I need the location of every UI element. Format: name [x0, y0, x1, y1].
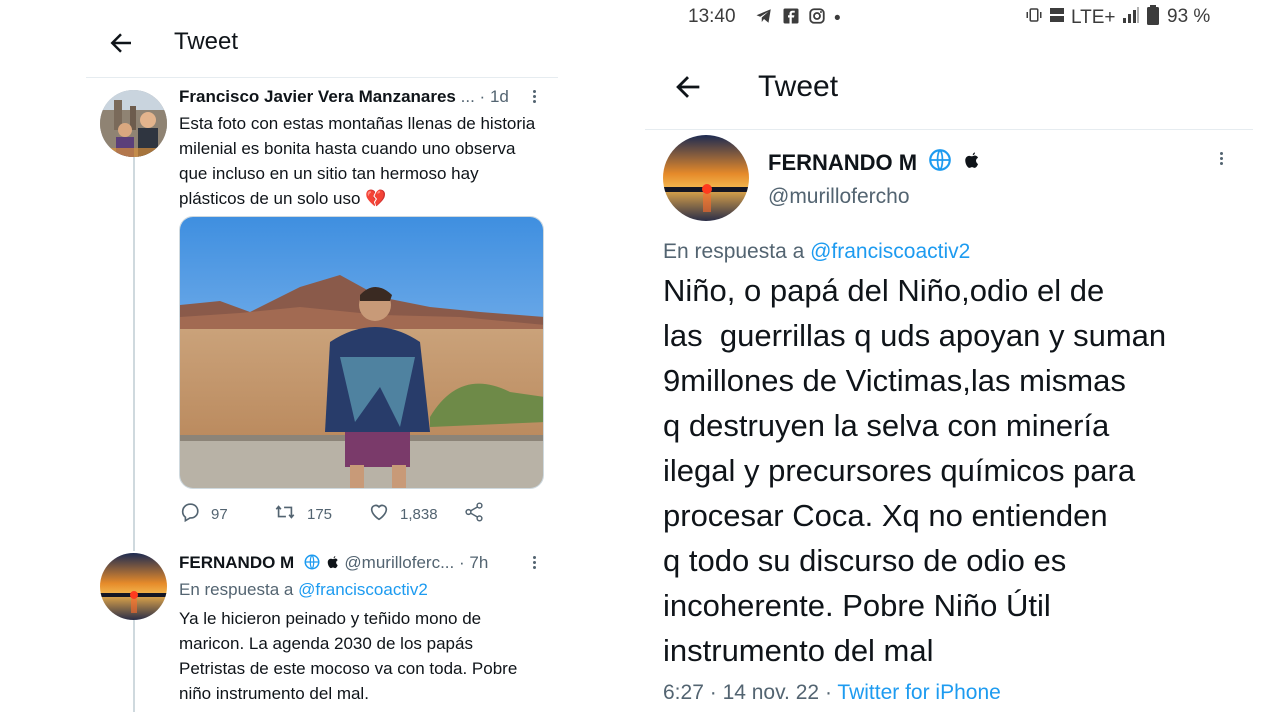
tweet-text: Ya le hicieron peinado y teñido mono de … [179, 609, 518, 703]
meta-separator: · [709, 681, 717, 704]
tweet-text-line: instrumento del mal [663, 633, 934, 668]
reply-prefix: En respuesta a [179, 580, 294, 599]
reply-to-link[interactable]: @franciscoactiv2 [298, 580, 428, 599]
tweet-text-line: q destruyen la selva con minería [663, 408, 1110, 443]
status-bar: 13:40 • LTE+ 93 % [640, 0, 1280, 34]
tweet-time[interactable]: 1d [490, 87, 509, 106]
tweet-time[interactable]: 6:27 [663, 681, 704, 704]
tweet-text: Niño, o papá del Niño,odio el de las gue… [663, 268, 1243, 673]
apple-icon [326, 554, 340, 575]
more-vertical-icon[interactable] [527, 88, 541, 108]
reply-prefix: En respuesta a [663, 240, 805, 263]
tweet-photo[interactable] [179, 216, 544, 489]
handle[interactable]: @murillofercho [768, 185, 910, 209]
page-title: Tweet [174, 28, 239, 55]
network-type: LTE+ [1071, 7, 1116, 28]
telegram-icon [754, 7, 774, 31]
avatar[interactable] [663, 135, 749, 221]
heart-icon [368, 501, 390, 527]
like-button[interactable]: 1,838 [368, 501, 438, 527]
display-name[interactable]: Francisco Javier Vera Manzanares [179, 87, 456, 106]
name-ellipsis: ... [460, 87, 475, 106]
reply-context: En respuesta a @franciscoactiv2 [663, 240, 970, 264]
tweet-text-line: 9millones de Victimas,las mismas [663, 363, 1126, 398]
avatar[interactable] [100, 90, 167, 157]
reply-to-link[interactable]: @franciscoactiv2 [810, 240, 970, 263]
display-name[interactable]: FERNANDO M [179, 553, 294, 572]
display-name[interactable]: FERNANDO M [768, 150, 917, 176]
reply-context: En respuesta a @franciscoactiv2 [179, 580, 428, 600]
comment-icon [179, 501, 201, 527]
share-icon [463, 501, 485, 527]
facebook-icon [782, 7, 800, 31]
tweet-timestamp: 6:27 · 14 nov. 22 · Twitter for iPhone [663, 681, 1001, 705]
globe-icon [303, 553, 321, 576]
retweet-button[interactable]: 175 [273, 501, 332, 527]
volte-icon [1049, 6, 1065, 30]
instagram-icon [808, 7, 826, 31]
tweet-text-line: incoherente. Pobre Niño Útil [663, 588, 1051, 623]
thread-connector [133, 157, 135, 551]
meta-separator: · [824, 681, 832, 704]
avatar[interactable] [100, 553, 167, 620]
status-time: 13:40 [688, 6, 736, 27]
globe-icon [927, 147, 953, 179]
display-name-row: FERNANDO M [768, 147, 981, 179]
more-notifications-dot: • [834, 8, 841, 29]
meta-separator: · [458, 553, 465, 572]
signal-icon [1122, 7, 1140, 29]
thread-connector [133, 620, 135, 712]
notification-icons: • [754, 7, 841, 31]
like-count: 1,838 [400, 505, 438, 523]
left-screenshot: Tweet Francisco Javier Vera Manzanares .… [0, 0, 640, 719]
tweet-text-line: q todo su discurso de odio es [663, 543, 1067, 578]
tweet-header: Tweet [645, 40, 1253, 130]
back-arrow-icon[interactable] [671, 70, 705, 104]
vibrate-icon [1025, 6, 1043, 30]
handle[interactable]: @murilloferc... [344, 553, 454, 572]
retweet-icon [273, 501, 297, 527]
tweet-date[interactable]: 14 nov. 22 [723, 681, 820, 704]
battery-percent: 93 % [1167, 6, 1211, 27]
tweet-text-line: Niño, o papá del Niño,odio el de [663, 273, 1105, 308]
more-vertical-icon[interactable] [527, 554, 541, 574]
tweet-meta: FERNANDO M @murilloferc... · 7h [179, 553, 544, 575]
share-button[interactable] [463, 501, 485, 527]
tweet-text-line: ilegal y precursores químicos para [663, 453, 1136, 488]
more-vertical-icon[interactable] [1214, 150, 1228, 170]
tweet-actions: 97 175 1,838 [179, 501, 519, 527]
retweet-count: 175 [307, 505, 333, 523]
system-icons: LTE+ [1025, 5, 1160, 31]
tweet-text-line: procesar Coca. Xq no entienden [663, 498, 1108, 533]
tweet-header: Tweet [86, 0, 558, 78]
tweet-time[interactable]: 7h [469, 553, 488, 572]
tweet-text: Esta foto con estas montañas llenas de h… [179, 114, 536, 208]
tweet-meta: Francisco Javier Vera Manzanares ... · 1… [179, 87, 544, 109]
apple-icon [963, 150, 981, 176]
battery-icon [1146, 5, 1160, 31]
source-link[interactable]: Twitter for iPhone [837, 681, 1000, 704]
reply-button[interactable]: 97 [179, 501, 228, 527]
back-arrow-icon[interactable] [106, 28, 136, 58]
reply-count: 97 [211, 505, 228, 523]
tweet-text-line: las guerrillas q uds apoyan y suman [663, 318, 1167, 353]
page-title: Tweet [758, 70, 839, 103]
meta-separator: · [479, 87, 486, 106]
